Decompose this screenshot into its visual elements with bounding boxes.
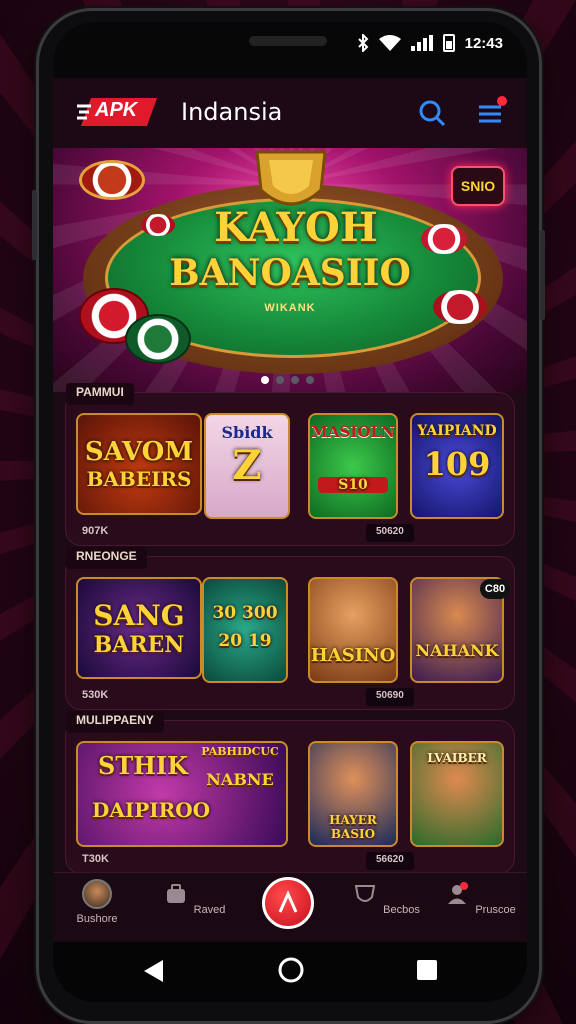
game-title: YAIPIAND [417, 423, 497, 439]
game-tile[interactable]: SANG BAREN [76, 577, 202, 679]
promo-line1: PABHIDCUC [201, 745, 279, 758]
user-icon [448, 882, 469, 904]
game-tile[interactable]: 30 300 20 19 [202, 577, 288, 683]
jackpot-count: 50690 [366, 688, 414, 706]
game-title: HASINO [310, 645, 396, 666]
nav-label: Pruscoe [475, 904, 516, 916]
shield-icon [354, 885, 376, 902]
nav-label: Bushore [76, 913, 118, 925]
game-title: Sbidk [221, 423, 273, 442]
game-tile[interactable]: SAVOM BABEIRS [76, 413, 202, 515]
status-time: 12:43 [464, 34, 503, 52]
wifi-icon [378, 35, 401, 51]
nav-profile[interactable]: Pruscoe [439, 879, 519, 916]
carousel-dot[interactable] [261, 376, 269, 384]
game-subtitle: BASIO [330, 827, 376, 841]
section-label: PAMMUI [66, 383, 134, 405]
recents-icon[interactable] [415, 958, 439, 982]
game-section-2: RNEONGE SANG BAREN 30 300 20 19 HASINO N… [65, 547, 515, 710]
game-title: LVAIBER [427, 751, 487, 765]
logo-text: APK [95, 99, 138, 121]
game-tile[interactable]: HAYER BASIO [308, 741, 398, 847]
game-subtitle: BAREN [93, 632, 185, 658]
game-tile[interactable]: YAIPIAND 109 [410, 413, 504, 519]
jackpot-count: 50620 [366, 524, 414, 542]
game-title: HAYER [329, 813, 377, 827]
app-title: Indansia [181, 98, 283, 126]
game-tile[interactable]: Sbidk Z [204, 413, 290, 519]
promo-banner[interactable]: SNIO KAYOH BANOASIIO WIKANK [53, 148, 527, 392]
system-nav-bar [53, 942, 527, 1002]
speaker-grille [249, 36, 327, 46]
game-promo-text: PABHIDCUC NABNE [190, 745, 290, 789]
player-count: 530K [82, 689, 109, 701]
game-tile[interactable]: HASINO [308, 577, 398, 683]
carousel-dots[interactable] [261, 376, 314, 384]
poker-chip [125, 314, 191, 364]
player-count: 907K [82, 525, 109, 537]
game-subtitle: Z [232, 442, 262, 489]
arrow-logo-icon [278, 890, 298, 913]
briefcase-icon [166, 884, 185, 903]
apk-logo[interactable]: APK [77, 92, 159, 132]
app-header: APK Indansia [53, 78, 527, 148]
game-tile[interactable]: LVAIBER [410, 741, 504, 847]
section-label: MULIPPAENY [66, 711, 164, 733]
carousel-dot[interactable] [306, 376, 314, 384]
notification-dot [497, 96, 507, 106]
banner-subtitle: WIKANK [264, 302, 316, 314]
game-section-3: MULIPPAENY STHIK DAIPIROO PABHIDCUC NABN… [65, 711, 515, 874]
back-icon[interactable] [141, 958, 165, 984]
section-label: RNEONGE [66, 547, 147, 569]
promo-line2: NABNE [206, 770, 274, 789]
game-tile[interactable]: MASIOLN S10 [308, 413, 398, 519]
carousel-dot[interactable] [291, 376, 299, 384]
game-subtitle: 20 19 [218, 631, 272, 651]
nav-label: Becbos [383, 904, 420, 916]
game-subtitle: 109 [423, 445, 491, 483]
center-action-button[interactable] [262, 877, 314, 929]
banner-badge: SNIO [451, 166, 505, 206]
power-button [540, 230, 545, 320]
poker-chip [79, 160, 145, 200]
jackpot-count: 56620 [366, 852, 414, 870]
search-icon [419, 100, 446, 127]
game-subtitle: DAIPIROO [92, 798, 211, 822]
game-title: MASIOLN [311, 423, 395, 441]
carousel-dot[interactable] [276, 376, 284, 384]
nav-home[interactable]: Bushore [57, 879, 137, 925]
player-count: T30K [82, 853, 109, 865]
nav-saved[interactable]: Raved [153, 879, 233, 916]
home-icon[interactable] [277, 956, 305, 984]
banner-title-line2: BANOASIIO [169, 252, 411, 294]
game-subtitle: S10 [318, 477, 388, 493]
status-icons: 12:43 [357, 34, 503, 52]
game-title: SANG [93, 599, 185, 632]
battery-icon [442, 34, 455, 52]
avatar [82, 879, 112, 909]
banner-title-line1: KAYOH [214, 204, 378, 251]
game-title: 30 300 [212, 603, 278, 623]
game-title: SAVOM [84, 437, 194, 467]
search-button[interactable] [415, 96, 449, 130]
section-badge: C80 [480, 579, 510, 599]
game-title: NAHANK [415, 641, 499, 660]
nav-rewards[interactable]: Becbos [345, 879, 425, 916]
nav-label: Raved [193, 904, 226, 916]
game-section-1: PAMMUI SAVOM BABEIRS Sbidk Z MASIOLN S10… [65, 383, 515, 546]
volume-button [32, 190, 37, 260]
game-subtitle: BABEIRS [86, 467, 192, 491]
menu-button[interactable] [473, 96, 507, 130]
bluetooth-icon [357, 34, 369, 52]
phone-screen: 12:43 APK Indansia SNIO KAYOH BANOASIIO … [53, 22, 527, 1002]
signal-icon [410, 35, 433, 51]
status-bar: 12:43 [53, 22, 527, 78]
bottom-nav: Bushore Raved Becbos Pruscoe [53, 872, 527, 942]
